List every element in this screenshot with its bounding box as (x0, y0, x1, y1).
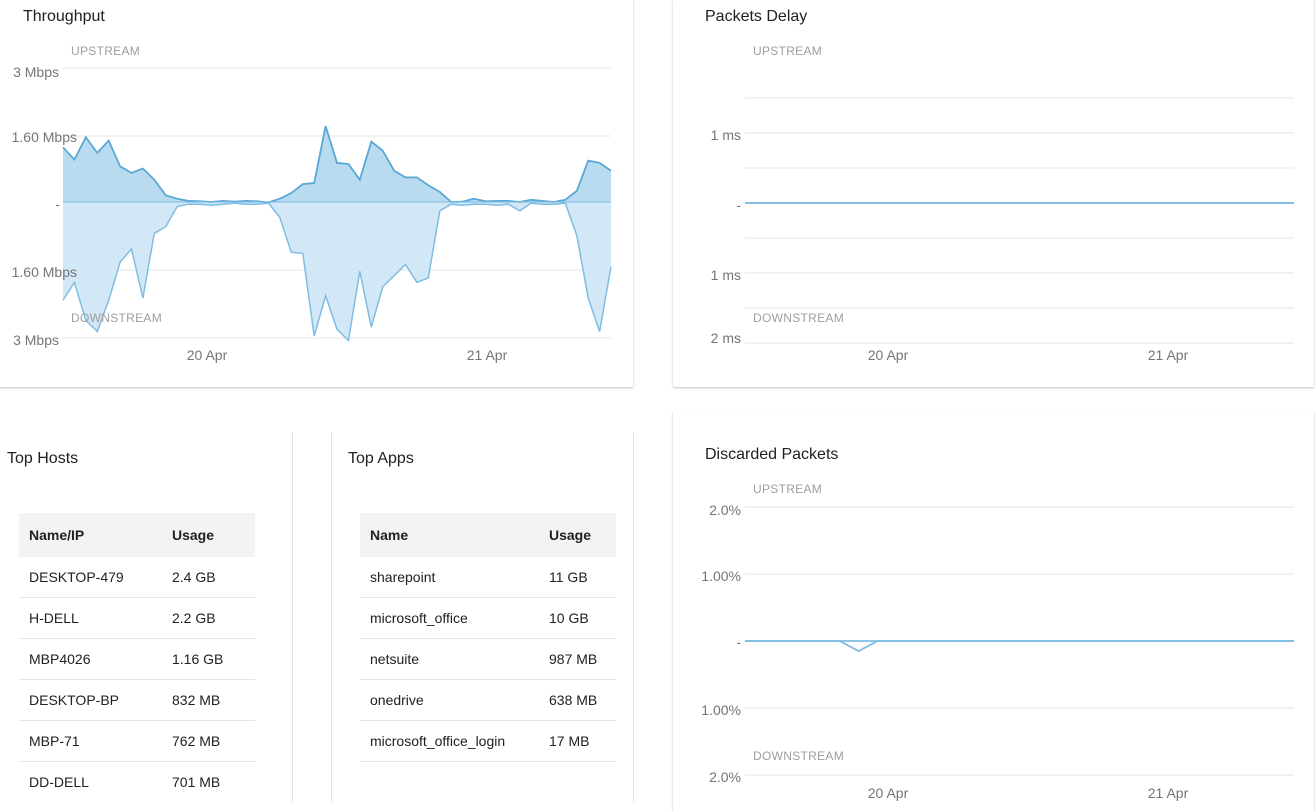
table-row[interactable]: sharepoint 11 GB (360, 557, 616, 598)
discarded-packets-x-tick: 20 Apr (868, 785, 909, 801)
packets-delay-downstream-label: DOWNSTREAM (753, 311, 844, 325)
table-header-row: Name/IP Usage (19, 513, 255, 557)
app-name: microsoft_office (360, 597, 539, 639)
throughput-downstream-label: DOWNSTREAM (71, 311, 162, 325)
packets-delay-y-tick: 1 ms (711, 127, 741, 143)
top-apps-table: Name Usage sharepoint 11 GB microsoft_off… (360, 513, 616, 762)
table-row[interactable]: DESKTOP-BP 832 MB (19, 679, 255, 721)
packets-delay-chart: UPSTREAM DOWNSTREAM 1 ms - 1 ms 2 ms 20 … (711, 44, 1294, 363)
app-usage: 11 GB (539, 557, 616, 598)
top-apps-title: Top Apps (348, 450, 414, 467)
app-name: netsuite (360, 638, 539, 680)
packets-delay-y-tick: - (736, 197, 741, 213)
throughput-y-tick: 1.60 Mbps (12, 264, 77, 280)
table-row[interactable]: microsoft_office 10 GB (360, 597, 616, 639)
host-usage: 762 MB (162, 720, 255, 762)
table-row[interactable]: DD-DELL 701 MB (19, 762, 255, 803)
packets-delay-x-tick: 20 Apr (868, 347, 909, 363)
column-header-usage[interactable]: Usage (162, 513, 255, 557)
host-name: DESKTOP-BP (19, 679, 162, 721)
packets-delay-y-tick: 2 ms (711, 330, 741, 346)
packets-delay-card: Packets Delay UPSTREAM DOWNSTREAM 1 ms -… (673, 0, 1314, 387)
host-name: DESKTOP-479 (19, 557, 162, 598)
discarded-packets-y-tick: 1.00% (701, 702, 741, 718)
column-header-name[interactable]: Name/IP (19, 513, 162, 557)
table-row[interactable]: onedrive 638 MB (360, 679, 616, 721)
app-usage: 987 MB (539, 638, 616, 680)
host-name: MBP-71 (19, 720, 162, 762)
discarded-packets-upstream-label: UPSTREAM (753, 482, 822, 496)
discarded-packets-card: Discarded Packets UPSTREAM DOWNSTREAM 2.… (673, 411, 1314, 811)
packets-delay-x-tick: 21 Apr (1148, 347, 1189, 363)
discarded-packets-y-tick: 2.0% (709, 502, 741, 518)
app-name: onedrive (360, 679, 539, 721)
top-apps-panel: Top Apps Name Usage sharepoint 11 GB micr… (332, 432, 633, 803)
table-row[interactable]: microsoft_office_login 17 MB (360, 720, 616, 762)
discarded-packets-chart: UPSTREAM DOWNSTREAM 2.0% 1.00% - 1.00% 2… (701, 482, 1294, 801)
column-header-usage[interactable]: Usage (539, 513, 616, 557)
table-row[interactable]: MBP4026 1.16 GB (19, 638, 255, 680)
host-usage: 701 MB (172, 774, 221, 790)
discarded-packets-downstream-label: DOWNSTREAM (753, 749, 844, 763)
panel-divider (292, 432, 293, 803)
discarded-packets-y-tick: - (736, 634, 741, 650)
throughput-y-tick: 3 Mbps (13, 64, 59, 80)
discarded-packets-y-tick: 1.00% (701, 568, 741, 584)
discarded-packets-y-tick: 2.0% (709, 769, 741, 785)
downstream-line (745, 640, 1294, 653)
app-name: microsoft_office_login (360, 720, 539, 762)
host-name: MBP4026 (19, 638, 162, 680)
throughput-chart: UPSTREAM DOWNSTREAM 3 Mbps 1.60 Mbps - 1… (12, 44, 612, 363)
table-row[interactable]: MBP-71 762 MB (19, 720, 255, 762)
throughput-y-tick: 1.60 Mbps (12, 129, 77, 145)
app-usage: 638 MB (539, 679, 616, 721)
top-hosts-title: Top Hosts (7, 450, 79, 467)
table-row[interactable]: DESKTOP-479 2.4 GB (19, 557, 255, 598)
throughput-y-tick: 3 Mbps (13, 332, 59, 348)
column-header-name[interactable]: Name (360, 513, 539, 557)
throughput-card: Throughput UPSTREAM DOWNSTREAM 3 Mbps 1.… (0, 0, 633, 387)
throughput-y-tick: - (55, 196, 60, 212)
host-name: H-DELL (19, 597, 162, 639)
discarded-packets-x-tick: 21 Apr (1148, 785, 1189, 801)
table-header-row: Name Usage (360, 513, 616, 557)
throughput-upstream-label: UPSTREAM (71, 44, 140, 58)
table-row[interactable]: netsuite 987 MB (360, 638, 616, 680)
top-hosts-panel: Top Hosts Name/IP Usage DESKTOP-479 2.4 G… (0, 432, 292, 803)
app-name: sharepoint (360, 557, 539, 598)
app-usage: 17 MB (539, 720, 616, 762)
top-hosts-table: Name/IP Usage DESKTOP-479 2.4 GB H-DELL 2.… (19, 513, 255, 802)
upstream-area (63, 126, 611, 203)
host-usage: 832 MB (162, 679, 255, 721)
throughput-x-tick: 20 Apr (187, 347, 228, 363)
host-usage: 1.16 GB (162, 638, 255, 680)
throughput-x-tick: 21 Apr (467, 347, 508, 363)
table-row[interactable]: H-DELL 2.2 GB (19, 597, 255, 639)
host-usage: 2.4 GB (162, 557, 255, 598)
panel-divider (633, 432, 634, 803)
packets-delay-y-tick: 1 ms (711, 267, 741, 283)
host-name: DD-DELL (29, 774, 89, 790)
host-usage: 2.2 GB (162, 597, 255, 639)
app-usage: 10 GB (539, 597, 616, 639)
packets-delay-upstream-label: UPSTREAM (753, 44, 822, 58)
